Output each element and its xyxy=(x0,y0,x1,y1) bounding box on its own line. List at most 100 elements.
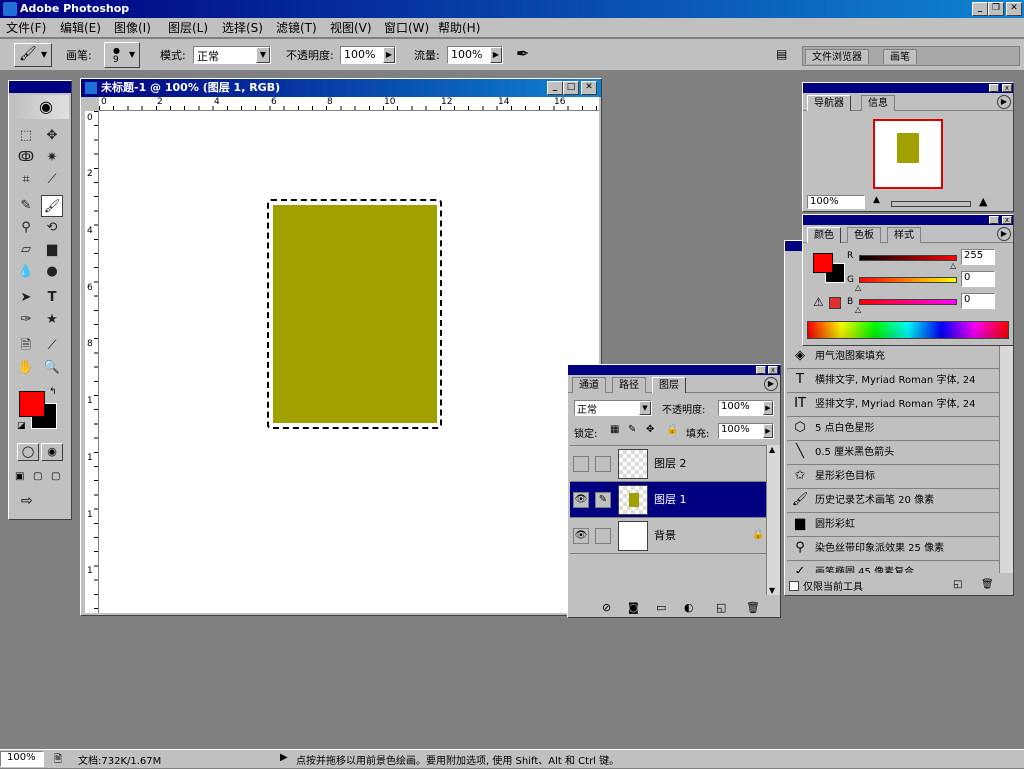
tab-info[interactable]: 信息 xyxy=(861,95,895,111)
visibility-toggle[interactable] xyxy=(573,456,589,472)
color-spectrum-bar[interactable] xyxy=(807,321,1009,339)
document-title-bar[interactable]: 未标题-1 @ 100% (图层 1, RGB) _ □ ✕ xyxy=(81,79,601,97)
history-item[interactable]: ⚲ 染色丝带印象派效果 25 像素 xyxy=(787,537,999,561)
history-item[interactable]: ✓ 画笔椭圆 45 像素复合 xyxy=(787,561,999,573)
gamut-swatch[interactable] xyxy=(829,297,841,309)
layer-row-active[interactable]: 👁 ✎ 图层 1 xyxy=(570,482,766,518)
r-slider-handle[interactable]: △ xyxy=(950,261,956,270)
default-colors-icon[interactable]: ◪ xyxy=(17,421,26,431)
b-slider-handle[interactable]: △ xyxy=(855,305,861,314)
eye-icon[interactable]: 👁 xyxy=(573,528,589,544)
foreground-color-swatch[interactable] xyxy=(19,391,45,417)
history-item[interactable]: ✩ 星形彩色目标 xyxy=(787,465,999,489)
opacity-input[interactable]: 100% ▶ xyxy=(340,46,396,64)
g-input[interactable]: 0 xyxy=(961,271,995,287)
lock-move-icon[interactable]: ✥ xyxy=(646,424,654,435)
lock-all-icon[interactable]: 🔒 xyxy=(666,424,678,435)
r-input[interactable]: 255 xyxy=(961,249,995,265)
eye-icon[interactable]: 👁 xyxy=(573,492,589,508)
magic-wand-tool-icon[interactable]: ✷ xyxy=(41,147,63,169)
menu-file[interactable]: 文件(F) xyxy=(6,18,46,38)
marquee-tool-icon[interactable]: ⬚ xyxy=(15,125,37,147)
layer-row[interactable]: 图层 2 xyxy=(570,446,766,482)
palette-minimize-button[interactable]: _ xyxy=(756,366,766,374)
adjustment-layer-icon[interactable]: ◐ xyxy=(684,601,694,614)
blend-mode-select[interactable]: 正常 ▼ xyxy=(574,400,652,416)
scroll-down-icon[interactable]: ▼ xyxy=(769,586,775,595)
document-info-icon[interactable]: 🗎 xyxy=(54,752,62,769)
tab-navigator[interactable]: 导航器 xyxy=(807,95,851,111)
custom-shape-tool-icon[interactable]: ★ xyxy=(41,309,63,331)
tab-color[interactable]: 颜色 xyxy=(807,227,841,243)
menu-select[interactable]: 选择(S) xyxy=(222,18,263,38)
zoom-in-icon[interactable]: ▲ xyxy=(979,195,987,208)
tab-swatches[interactable]: 色板 xyxy=(847,227,881,243)
mode-select[interactable]: 正常 ▼ xyxy=(193,46,271,64)
hand-tool-icon[interactable]: ✋ xyxy=(15,357,37,379)
current-tool-checkbox[interactable] xyxy=(789,581,799,591)
palette-menu-icon[interactable]: ▶ xyxy=(997,227,1011,241)
standard-mode-button[interactable]: ◯ xyxy=(17,443,39,461)
navigator-preview[interactable] xyxy=(873,119,943,189)
tab-layers[interactable]: 图层 xyxy=(652,377,686,393)
path-selection-tool-icon[interactable]: ➤ xyxy=(15,287,37,309)
navigator-title-bar[interactable]: _ x xyxy=(803,83,1013,93)
history-item[interactable]: ╲ 0.5 厘米黑色箭头 xyxy=(787,441,999,465)
eraser-tool-icon[interactable]: ▱ xyxy=(15,239,37,261)
menu-layer[interactable]: 图层(L) xyxy=(168,18,208,38)
palette-close-button[interactable]: x xyxy=(768,366,778,374)
jump-to-imageready-icon[interactable]: ⇨ xyxy=(21,493,33,509)
palette-menu-icon[interactable]: ▶ xyxy=(764,377,778,391)
new-set-icon[interactable]: ▭ xyxy=(656,601,666,614)
status-menu-icon[interactable]: ▶ xyxy=(280,752,288,763)
color-title-bar[interactable]: _ x xyxy=(803,215,1013,225)
tab-file-browser[interactable]: 文件浏览器 xyxy=(805,49,869,64)
layers-title-bar[interactable]: _ x xyxy=(568,365,780,375)
doc-minimize-button[interactable]: _ xyxy=(547,81,563,95)
new-layer-icon[interactable]: ◱ xyxy=(716,601,726,614)
minimize-button[interactable]: _ xyxy=(972,2,988,16)
slice-tool-icon[interactable]: ⟋ xyxy=(41,169,63,191)
tab-brushes[interactable]: 画笔 xyxy=(883,49,917,64)
layer-style-icon[interactable]: ⊘ xyxy=(602,601,611,614)
screen-mode-standard-icon[interactable]: ▣ xyxy=(15,471,24,482)
pen-tool-icon[interactable]: ✑ xyxy=(15,309,37,331)
healing-brush-tool-icon[interactable]: ✎ xyxy=(15,195,37,217)
doc-maximize-button[interactable]: □ xyxy=(563,81,579,95)
gradient-tool-icon[interactable]: ▆ xyxy=(41,239,63,261)
brush-size-picker[interactable]: ● 9 ▼ xyxy=(104,42,140,68)
adobe-online-button[interactable]: ◉ xyxy=(11,95,69,119)
notes-tool-icon[interactable]: 🗎 xyxy=(15,335,37,357)
crop-tool-icon[interactable]: ⌗ xyxy=(15,169,37,191)
history-item[interactable]: ◈ 用气泡图案填充 xyxy=(787,345,999,369)
menu-view[interactable]: 视图(V) xyxy=(330,18,372,38)
history-item[interactable]: ⬡ 5 点白色星形 xyxy=(787,417,999,441)
history-scrollbar[interactable] xyxy=(999,345,1013,573)
close-button[interactable]: ✕ xyxy=(1006,2,1022,16)
scroll-up-icon[interactable]: ▲ xyxy=(769,445,775,454)
menu-image[interactable]: 图像(I) xyxy=(114,18,151,38)
lock-transparency-icon[interactable]: ▦ xyxy=(610,424,619,435)
zoom-tool-icon[interactable]: 🔍 xyxy=(41,357,63,379)
layers-scrollbar[interactable]: ▲ ▼ xyxy=(766,445,780,595)
history-item[interactable]: ▆ 圆形彩虹 xyxy=(787,513,999,537)
history-item[interactable]: 🖌 历史记录艺术画笔 20 像素 xyxy=(787,489,999,513)
screen-mode-full-icon[interactable]: ▢ xyxy=(51,471,60,482)
type-tool-icon[interactable]: T xyxy=(41,287,63,309)
tab-styles[interactable]: 样式 xyxy=(887,227,921,243)
eyedropper-tool-icon[interactable]: ⟋ xyxy=(41,335,63,357)
navigator-zoom-input[interactable]: 100% xyxy=(807,195,865,209)
screen-mode-full-menu-icon[interactable]: ▢ xyxy=(33,471,42,482)
palette-options-icon[interactable]: ▤ xyxy=(776,47,787,61)
brush-tool-icon[interactable]: 🖌 xyxy=(41,195,63,217)
brush-icon[interactable]: ✎ xyxy=(595,492,611,508)
menu-help[interactable]: 帮助(H) xyxy=(438,18,480,38)
trash-icon[interactable]: 🗑 xyxy=(981,579,994,590)
dodge-tool-icon[interactable]: ● xyxy=(41,261,63,283)
delete-layer-icon[interactable]: 🗑 xyxy=(746,601,760,614)
g-slider-handle[interactable]: △ xyxy=(855,283,861,292)
flow-input[interactable]: 100% ▶ xyxy=(447,46,503,64)
r-slider[interactable] xyxy=(859,255,957,261)
fill-input[interactable]: 100% ▶ xyxy=(718,423,774,439)
b-input[interactable]: 0 xyxy=(961,293,995,309)
